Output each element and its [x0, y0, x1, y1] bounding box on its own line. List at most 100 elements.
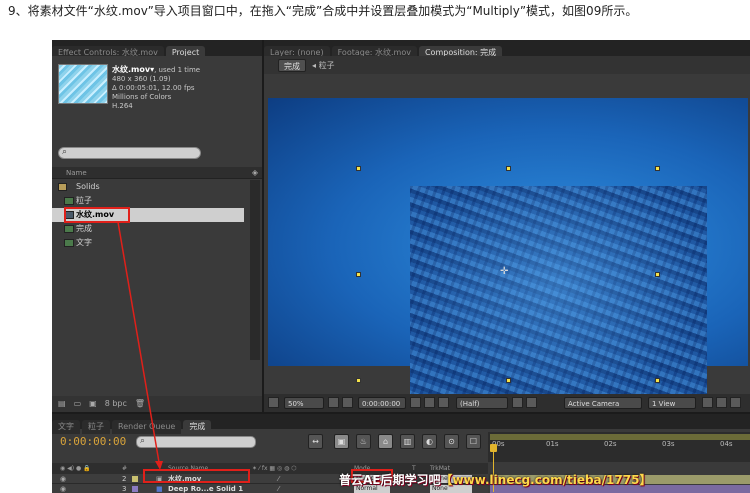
footage-size: 480 x 360 (1.09) — [112, 75, 171, 83]
live-update-button[interactable]: ▣ — [334, 434, 349, 449]
project-search-input[interactable]: ⌕ — [58, 147, 201, 159]
project-scrollbar[interactable] — [250, 180, 260, 360]
solid-icon: ■ — [156, 485, 163, 493]
transform-handle[interactable] — [655, 166, 660, 171]
composition-canvas[interactable]: ✛ — [268, 98, 748, 400]
current-time-display[interactable]: 0:00:00:00 — [358, 397, 406, 409]
resolution-dropdown[interactable]: (Half) — [456, 397, 508, 409]
footage-name: 水纹.mov▾ — [112, 65, 155, 74]
breadcrumb-final[interactable]: 完成 — [278, 59, 306, 72]
shy-layers-button[interactable]: ⌂ — [378, 434, 393, 449]
flowchart-icon[interactable]: ◈ — [252, 167, 258, 179]
water-footage-layer[interactable] — [410, 186, 707, 400]
comp-mini-flowchart-button[interactable]: ↔ — [308, 434, 323, 449]
label-column-icon: # — [122, 465, 128, 472]
trash-icon[interactable]: 🗑 — [135, 399, 145, 408]
project-panel: Effect Controls: 水纹.mov Project 水纹.mov▾, … — [52, 40, 262, 412]
project-item-text[interactable]: 文字 — [52, 236, 244, 250]
region-of-interest-icon[interactable] — [512, 397, 523, 408]
project-item-particles[interactable]: 粒子 — [52, 194, 244, 208]
ruler-tick: 01s — [546, 440, 559, 448]
quality-switch-icon[interactable]: ⁄ — [278, 484, 279, 493]
composition-icon — [64, 225, 74, 233]
footage-used: , used 1 time — [154, 66, 201, 74]
footage-colors: Millions of Colors — [112, 93, 172, 101]
tab-composition[interactable]: Composition: 完成 — [418, 46, 503, 56]
work-area-bar[interactable] — [490, 434, 750, 440]
tab-footage[interactable]: Footage: 水纹.mov — [331, 46, 417, 56]
transform-handle[interactable] — [356, 378, 361, 383]
flowchart-view-icon[interactable] — [730, 397, 741, 408]
layer-label-color[interactable] — [132, 476, 138, 482]
bpc-label[interactable]: 8 bpc — [105, 399, 127, 408]
tab-comp-particles[interactable]: 粒子 — [82, 420, 110, 434]
footage-info: 水纹.mov▾, used 1 time 480 x 360 (1.09) Δ … — [112, 65, 200, 111]
interpret-footage-icon[interactable]: ▤ — [58, 399, 66, 408]
viewer-toolbar: 50% 0:00:00:00 (Half) Active Camera 1 Vi… — [264, 394, 750, 412]
project-column-header: Name ◈ — [52, 167, 262, 179]
tab-layer[interactable]: Layer: (none) — [264, 46, 330, 56]
tab-effect-controls[interactable]: Effect Controls: 水纹.mov — [52, 46, 164, 56]
fast-previews-icon[interactable] — [702, 397, 713, 408]
after-effects-window: Effect Controls: 水纹.mov Project 水纹.mov▾, … — [52, 40, 750, 493]
transparency-grid-icon[interactable] — [526, 397, 537, 408]
ruler-tick: 04s — [720, 440, 733, 448]
transform-handle[interactable] — [356, 272, 361, 277]
new-comp-icon[interactable]: ▣ — [89, 399, 97, 408]
footage-codec: H.264 — [112, 102, 133, 110]
project-item-solids[interactable]: Solids — [52, 180, 244, 194]
layer-number: 3 — [122, 485, 127, 493]
motion-blur-button[interactable]: ◐ — [422, 434, 437, 449]
mask-visibility-icon[interactable] — [342, 397, 353, 408]
footage-duration: Δ 0:00:05:01, 12.00 fps — [112, 84, 195, 92]
layer-number: 2 — [122, 475, 127, 483]
show-snapshot-icon[interactable] — [424, 397, 435, 408]
draft-3d-button[interactable]: ♨ — [356, 434, 371, 449]
tab-comp-text[interactable]: 文字 — [52, 420, 80, 434]
watermark-text: 普云AE后期学习吧 — [339, 473, 441, 487]
timeline-search-input[interactable]: ⌕ — [136, 436, 256, 448]
layer-name[interactable]: Deep Ro...e Solid 1 — [168, 484, 243, 493]
transform-handle[interactable] — [356, 166, 361, 171]
layer-label-color[interactable] — [132, 486, 138, 492]
always-preview-icon[interactable] — [268, 397, 279, 408]
transform-handle[interactable] — [655, 378, 660, 383]
composition-viewer: Layer: (none) Footage: 水纹.mov Composition:… — [264, 40, 750, 412]
transform-handle[interactable] — [655, 272, 660, 277]
brainstorm-button[interactable]: ☐ — [466, 434, 481, 449]
ruler-tick: 03s — [662, 440, 675, 448]
transform-handle[interactable] — [506, 378, 511, 383]
name-column-label[interactable]: Name — [66, 169, 87, 177]
project-item-final[interactable]: 完成 — [52, 222, 244, 236]
ruler-tick: 02s — [604, 440, 617, 448]
anchor-point-icon[interactable]: ✛ — [500, 266, 508, 277]
transform-handle[interactable] — [506, 166, 511, 171]
visibility-icon[interactable]: ◉ — [60, 484, 66, 493]
tab-project[interactable]: Project — [165, 46, 206, 56]
camera-dropdown[interactable]: Active Camera — [564, 397, 642, 409]
timeline-toggle-icon[interactable] — [716, 397, 727, 408]
composition-icon — [64, 239, 74, 247]
zoom-dropdown[interactable]: 50% — [284, 397, 324, 409]
timeline-current-time[interactable]: 0:00:00:00 — [60, 435, 126, 448]
quality-switch-icon[interactable]: ⁄ — [278, 474, 279, 484]
title-safe-icon[interactable] — [328, 397, 339, 408]
timeline-tabbar: 文字 粒子 Render Queue 完成 — [52, 414, 750, 434]
breadcrumb-particles[interactable]: ◂ 粒子 — [312, 59, 335, 72]
view-layout-dropdown[interactable]: 1 View — [648, 397, 696, 409]
folder-icon — [58, 183, 67, 191]
step-caption: 9、将素材文件“水纹.mov”导入项目窗口中，在拖入“完成”合成中并设置层叠加模… — [8, 4, 638, 18]
frame-blending-button[interactable]: ▥ — [400, 434, 415, 449]
visibility-icon[interactable]: ◉ — [60, 474, 66, 484]
snapshot-icon[interactable] — [410, 397, 421, 408]
new-folder-icon[interactable]: ▭ — [74, 399, 82, 408]
tab-comp-final[interactable]: 完成 — [183, 420, 212, 434]
watermark-url: 【www.linecg.com/tieba/1775】 — [440, 473, 652, 487]
comp-breadcrumb: 完成 ◂ 粒子 — [264, 56, 750, 74]
graph-editor-button[interactable]: ⊙ — [444, 434, 459, 449]
search-icon: ⌕ — [62, 147, 68, 157]
tab-render-queue[interactable]: Render Queue — [112, 420, 182, 434]
channel-icon[interactable] — [438, 397, 449, 408]
highlight-project-item — [64, 207, 130, 223]
footage-thumbnail — [58, 64, 108, 104]
